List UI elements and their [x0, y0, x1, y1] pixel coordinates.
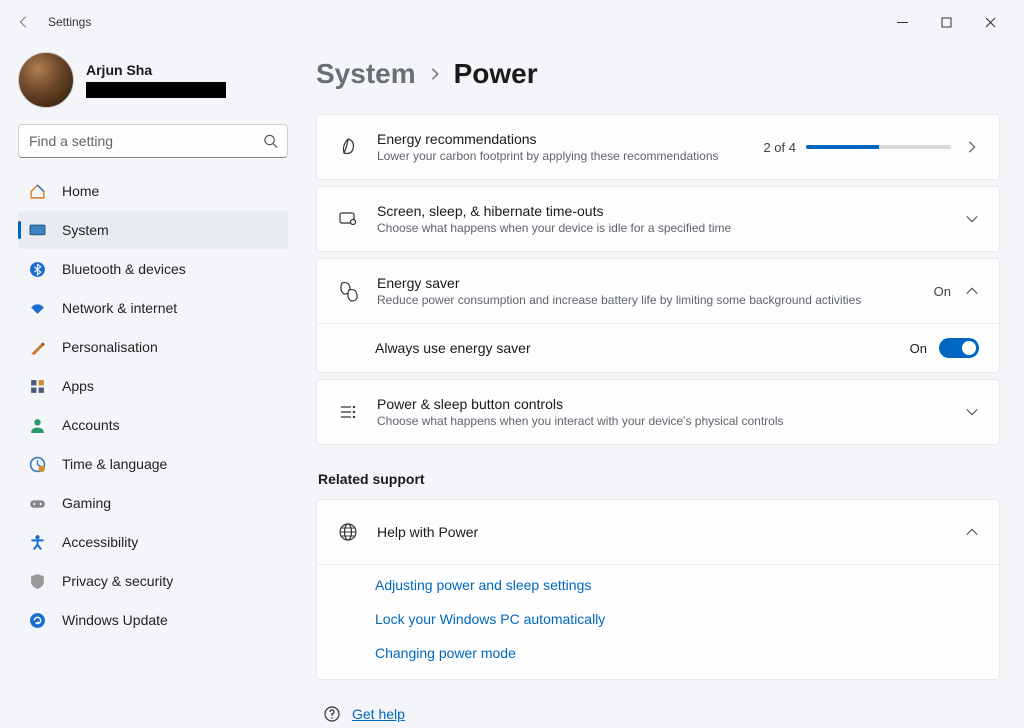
nav-system[interactable]: System: [18, 211, 288, 249]
system-icon: [28, 221, 46, 239]
back-button[interactable]: [12, 10, 36, 34]
help-link-lock[interactable]: Lock your Windows PC automatically: [375, 603, 979, 627]
card-title: Screen, sleep, & hibernate time-outs: [377, 203, 947, 219]
personalisation-icon: [28, 338, 46, 356]
sidebar: Arjun Sha Home System Bluetooth & device…: [0, 44, 300, 728]
nav-label: Windows Update: [62, 612, 168, 628]
toggle-state: On: [910, 341, 927, 356]
time-language-icon: [28, 455, 46, 473]
breadcrumb: System Power: [316, 58, 1000, 90]
nav-label: Accessibility: [62, 534, 138, 550]
breadcrumb-parent[interactable]: System: [316, 58, 416, 90]
always-energy-saver-toggle[interactable]: [939, 338, 979, 358]
help-link-adjusting[interactable]: Adjusting power and sleep settings: [375, 569, 979, 593]
nav-personalisation[interactable]: Personalisation: [18, 328, 288, 366]
bluetooth-icon: [28, 260, 46, 278]
card-subtitle: Choose what happens when your device is …: [377, 221, 947, 235]
accounts-icon: [28, 416, 46, 434]
card-help-with-power: Help with Power Adjusting power and slee…: [316, 499, 1000, 680]
card-energy-saver: Energy saver Reduce power consumption an…: [316, 258, 1000, 373]
nav-label: System: [62, 222, 109, 238]
chevron-up-icon: [965, 525, 979, 539]
window-title: Settings: [48, 15, 91, 29]
profile-email-redacted: [86, 82, 226, 98]
nav: Home System Bluetooth & devices Network …: [18, 172, 288, 639]
nav-gaming[interactable]: Gaming: [18, 484, 288, 522]
card-title: Energy recommendations: [377, 131, 745, 147]
network-icon: [28, 299, 46, 317]
screen-icon: [337, 208, 359, 230]
card-help-header[interactable]: Help with Power: [317, 500, 999, 564]
chevron-down-icon: [965, 212, 979, 226]
card-subtitle: Choose what happens when you interact wi…: [377, 414, 947, 428]
search-icon: [263, 134, 278, 149]
globe-icon: [337, 521, 359, 543]
minimize-button[interactable]: [880, 7, 924, 37]
card-power-buttons[interactable]: Power & sleep button controls Choose wha…: [316, 379, 1000, 445]
nav-label: Bluetooth & devices: [62, 261, 186, 277]
chevron-up-icon: [965, 284, 979, 298]
profile[interactable]: Arjun Sha: [18, 44, 288, 122]
apps-icon: [28, 377, 46, 395]
nav-time-language[interactable]: Time & language: [18, 445, 288, 483]
get-help-link[interactable]: Get help: [324, 706, 1000, 722]
chevron-down-icon: [965, 405, 979, 419]
energy-saver-state: On: [934, 284, 951, 299]
nav-windows-update[interactable]: Windows Update: [18, 601, 288, 639]
accessibility-icon: [28, 533, 46, 551]
get-help-label: Get help: [352, 706, 405, 722]
chevron-right-icon: [428, 67, 442, 81]
energy-progress: 2 of 4: [763, 140, 951, 155]
search-input[interactable]: [18, 124, 288, 158]
gaming-icon: [28, 494, 46, 512]
nav-apps[interactable]: Apps: [18, 367, 288, 405]
nav-privacy[interactable]: Privacy & security: [18, 562, 288, 600]
always-energy-saver-row: Always use energy saver On: [317, 323, 999, 372]
nav-label: Time & language: [62, 456, 167, 472]
help-link-mode[interactable]: Changing power mode: [375, 637, 979, 661]
nav-label: Privacy & security: [62, 573, 173, 589]
nav-label: Network & internet: [62, 300, 177, 316]
subrow-label: Always use energy saver: [375, 340, 531, 356]
nav-label: Accounts: [62, 417, 120, 433]
progress-label: 2 of 4: [763, 140, 796, 155]
energy-saver-icon: [337, 280, 359, 302]
nav-label: Personalisation: [62, 339, 158, 355]
card-title: Power & sleep button controls: [377, 396, 947, 412]
nav-network[interactable]: Network & internet: [18, 289, 288, 327]
main-content: System Power Energy recommendations Lowe…: [300, 44, 1024, 728]
titlebar: Settings: [0, 0, 1024, 44]
chevron-right-icon: [965, 140, 979, 154]
maximize-button[interactable]: [924, 7, 968, 37]
close-button[interactable]: [968, 7, 1012, 37]
nav-label: Gaming: [62, 495, 111, 511]
breadcrumb-current: Power: [454, 58, 538, 90]
nav-home[interactable]: Home: [18, 172, 288, 210]
nav-label: Apps: [62, 378, 94, 394]
nav-accounts[interactable]: Accounts: [18, 406, 288, 444]
card-subtitle: Lower your carbon footprint by applying …: [377, 149, 745, 163]
card-title: Energy saver: [377, 275, 916, 291]
card-energy-saver-header[interactable]: Energy saver Reduce power consumption an…: [317, 259, 999, 323]
help-icon: [324, 706, 340, 722]
windows-update-icon: [28, 611, 46, 629]
nav-label: Home: [62, 183, 99, 199]
profile-name: Arjun Sha: [86, 62, 226, 78]
button-controls-icon: [337, 401, 359, 423]
card-screen-sleep[interactable]: Screen, sleep, & hibernate time-outs Cho…: [316, 186, 1000, 252]
nav-bluetooth[interactable]: Bluetooth & devices: [18, 250, 288, 288]
card-subtitle: Reduce power consumption and increase ba…: [377, 293, 916, 307]
related-support-heading: Related support: [318, 471, 1000, 487]
avatar: [18, 52, 74, 108]
card-title: Help with Power: [377, 524, 947, 540]
leaf-icon: [337, 136, 359, 158]
nav-accessibility[interactable]: Accessibility: [18, 523, 288, 561]
privacy-icon: [28, 572, 46, 590]
home-icon: [28, 182, 46, 200]
card-energy-recommendations[interactable]: Energy recommendations Lower your carbon…: [316, 114, 1000, 180]
